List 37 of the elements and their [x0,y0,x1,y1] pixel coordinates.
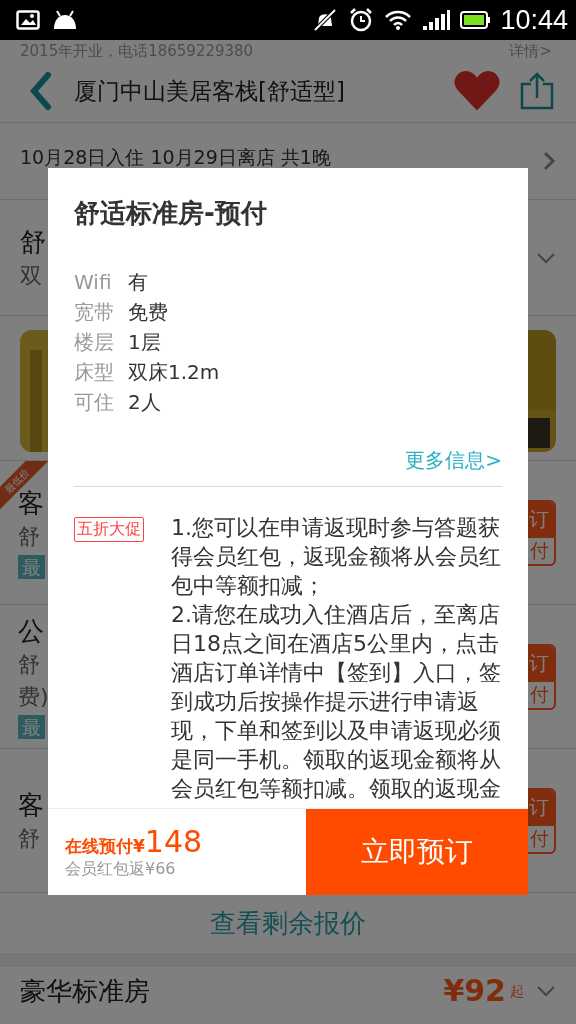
price-label: 在线预付¥ [65,836,145,858]
fact-label: 可住 [74,389,115,416]
stay-dates: 10月28日入住 10月29日离店 共1晚 [20,147,331,167]
fact-value: 1层 [128,329,161,356]
offer-tag: 最 [18,554,45,579]
fact-value: 免费 [128,299,168,326]
fact-label: 楼层 [74,329,115,356]
more-info-link[interactable]: 更多信息> [405,447,502,474]
offer-tag: 最 [18,714,45,739]
offer-text: 舒 [18,522,41,551]
offer-text: 客 [18,487,45,519]
promo-tag: 五折大促 [74,517,144,542]
offer-text: 客 [18,788,44,821]
room-name: 舒 [20,225,46,258]
clock-time: 10:44 [500,4,568,36]
price-suffix: 起 [510,982,524,1000]
offer-text: 舒 [18,650,41,679]
offer-text: 费) [18,682,49,711]
offer-text: 公 [18,614,45,647]
promo-paragraph: 2.请您在成功入住酒店后，至离店日18点之间在酒店5公里内，点击酒店订单详情中【签到】入口，签到成功后按操作提示进行申请返现，下单和签到以及申请返现必须是同一手机。领取的返现金额将从会员红包等额扣减。领取的返现金 [171,601,502,803]
fact-label: Wifi [74,269,113,296]
fact-label: 床型 [74,359,115,386]
room-name: 豪华标准房 [20,975,150,1007]
rebate-text: 会员红包返¥66 [65,859,177,880]
book-now-button[interactable]: 立即预订 [306,809,528,895]
fact-label: 宽带 [74,299,115,326]
promo-paragraph: 1.您可以在申请返现时参与答题获得会员红包，返现金额将从会员红包中等额扣减； [171,514,502,600]
fact-value: 有 [128,269,148,296]
fact-value: 2人 [128,389,161,416]
price-value: 148 [144,824,203,859]
room-detail: 双 [20,261,43,290]
dialog-title: 舒适标准房-预付 [74,197,268,230]
offer-text: 舒 [18,824,41,853]
hotel-title: 厦门中山美居客栈[舒适型] [74,76,345,106]
fact-value: 双床1.2m [128,359,220,386]
room-price: ¥92 [443,974,506,1008]
more-quotes-link[interactable]: 查看剩余报价 [210,906,366,941]
